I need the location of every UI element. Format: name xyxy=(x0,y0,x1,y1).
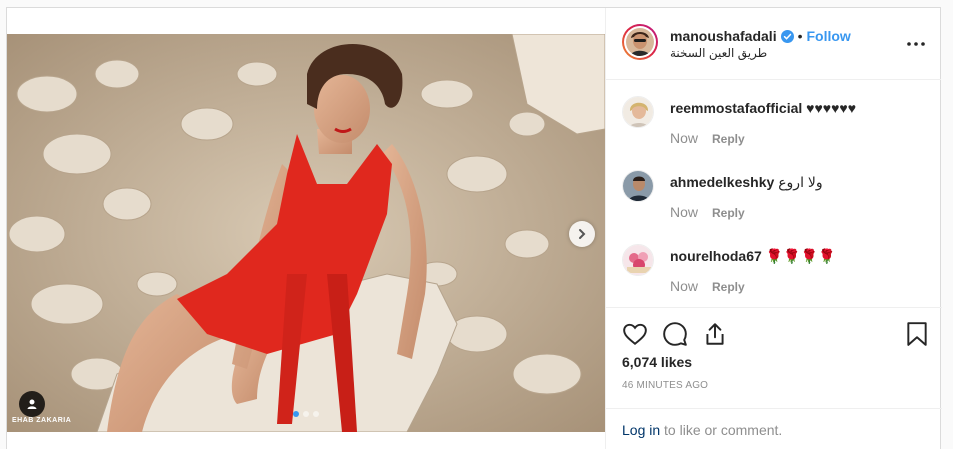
carousel-dot xyxy=(313,411,319,417)
comment-meta: Now Reply xyxy=(670,204,745,220)
reply-button[interactable]: Reply xyxy=(712,132,745,146)
post-actions: 6,074 likes 46 MINUTES AGO xyxy=(606,309,942,409)
watermark-text: EHAB ZAKARIA xyxy=(12,416,72,424)
carousel-indicator xyxy=(7,411,605,417)
author-username[interactable]: manoushafadali xyxy=(670,28,777,44)
comment-item: reemmostafaofficial ♥♥♥♥♥♥ Now Reply xyxy=(622,92,932,162)
login-prompt: Log in to like or comment. xyxy=(622,422,782,438)
comment-item: ahmedelkeshky ولا اروع Now Reply xyxy=(622,166,932,236)
comment-meta: Now Reply xyxy=(670,278,745,294)
reply-button[interactable]: Reply xyxy=(712,206,745,220)
comment-meta: Now Reply xyxy=(670,130,745,146)
comments-list: reemmostafaofficial ♥♥♥♥♥♥ Now Reply ahm… xyxy=(606,80,942,308)
post-location[interactable]: طريق العين السخنة xyxy=(670,46,767,60)
follow-button[interactable]: Follow xyxy=(807,28,851,44)
likes-count[interactable]: 6,074 likes xyxy=(622,354,692,370)
author-row: manoushafadali • Follow xyxy=(670,28,851,44)
avatar-image xyxy=(623,245,653,275)
verified-badge-icon xyxy=(780,29,794,43)
comment-username[interactable]: reemmostafaofficial xyxy=(670,100,802,116)
heart-icon[interactable] xyxy=(622,321,648,347)
comment-body: nourelhoda67 🌹🌹🌹🌹 xyxy=(670,248,835,265)
post-header: manoushafadali • Follow طريق العين السخن… xyxy=(606,8,941,80)
user-icon xyxy=(27,399,37,409)
commenter-avatar[interactable] xyxy=(622,244,654,276)
comment-time[interactable]: Now xyxy=(670,278,698,294)
comment-body: ahmedelkeshky ولا اروع xyxy=(670,174,823,191)
author-avatar[interactable] xyxy=(622,24,658,60)
more-options-button[interactable] xyxy=(907,35,925,53)
carousel-dot xyxy=(293,411,299,417)
comment-username[interactable]: ahmedelkeshky xyxy=(670,174,774,190)
comment-item: nourelhoda67 🌹🌹🌹🌹 Now Reply xyxy=(622,240,932,310)
post-timestamp[interactable]: 46 MINUTES AGO xyxy=(622,380,708,391)
next-photo-button[interactable] xyxy=(569,221,595,247)
comment-time[interactable]: Now xyxy=(670,130,698,146)
avatar-image xyxy=(623,97,653,127)
login-link[interactable]: Log in xyxy=(622,422,660,438)
post-side-panel: manoushafadali • Follow طريق العين السخن… xyxy=(605,8,942,449)
photo-illustration xyxy=(7,34,605,432)
post-photo[interactable]: EHAB ZAKARIA xyxy=(7,34,605,432)
commenter-avatar[interactable] xyxy=(622,96,654,128)
comment-username[interactable]: nourelhoda67 xyxy=(670,248,762,264)
more-icon xyxy=(907,42,925,46)
chevron-right-icon xyxy=(579,229,586,239)
comment-icon[interactable] xyxy=(662,321,688,347)
reply-button[interactable]: Reply xyxy=(712,280,745,294)
comment-body: reemmostafaofficial ♥♥♥♥♥♥ xyxy=(670,100,856,116)
commenter-avatar[interactable] xyxy=(622,170,654,202)
instagram-post: EHAB ZAKARIA manoushafadali • Follow طري… xyxy=(6,7,942,449)
avatar-image xyxy=(626,28,654,56)
avatar-image xyxy=(623,171,653,201)
comment-time[interactable]: Now xyxy=(670,204,698,220)
comment-text: ♥♥♥♥♥♥ xyxy=(806,100,857,116)
share-icon[interactable] xyxy=(702,321,728,347)
bookmark-icon[interactable] xyxy=(904,321,930,347)
comment-text: 🌹🌹🌹🌹 xyxy=(765,248,836,264)
separator-dot: • xyxy=(797,28,803,44)
comment-text: ولا اروع xyxy=(778,174,823,190)
carousel-dot xyxy=(303,411,309,417)
login-prompt-text: to like or comment. xyxy=(660,422,783,438)
